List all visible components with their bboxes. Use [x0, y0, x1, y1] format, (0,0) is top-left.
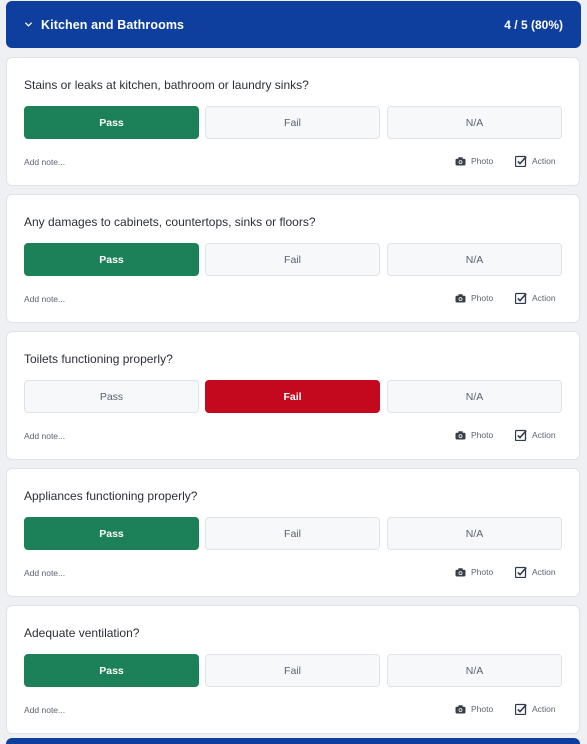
na-button[interactable]: N/A — [387, 243, 562, 276]
section-header[interactable]: Kitchen and Bathrooms 4 / 5 (80%) — [6, 1, 581, 48]
action-label: Action — [532, 704, 556, 714]
add-note-link[interactable]: Add note... — [24, 157, 65, 167]
fail-button[interactable]: Fail — [205, 517, 380, 550]
add-note-link[interactable]: Add note... — [24, 705, 65, 715]
question-text: Adequate ventilation? — [24, 626, 140, 640]
photo-label: Photo — [471, 704, 494, 714]
na-button[interactable]: N/A — [387, 517, 562, 550]
photo-label: Photo — [471, 293, 494, 303]
checkbox-icon — [515, 703, 527, 715]
next-section-header-edge — [6, 738, 580, 744]
photo-button[interactable]: Photo — [455, 565, 493, 579]
pass-button[interactable]: Pass — [24, 106, 199, 139]
na-button[interactable]: N/A — [387, 380, 562, 413]
pass-button[interactable]: Pass — [24, 654, 199, 687]
camera-icon — [455, 567, 466, 576]
camera-icon — [455, 704, 466, 713]
inspection-item: Toilets functioning properly? Pass Fail … — [6, 331, 580, 460]
question-text: Appliances functioning properly? — [24, 489, 198, 503]
section-score: 4 / 5 (80%) — [504, 17, 563, 32]
photo-label: Photo — [471, 430, 494, 440]
question-text: Stains or leaks at kitchen, bathroom or … — [24, 78, 309, 92]
fail-button[interactable]: Fail — [205, 380, 380, 413]
action-button[interactable]: Action — [515, 428, 556, 442]
inspection-item: Stains or leaks at kitchen, bathroom or … — [6, 57, 580, 186]
pass-button[interactable]: Pass — [24, 243, 199, 276]
photo-label: Photo — [471, 156, 494, 166]
checkbox-icon — [515, 429, 527, 441]
photo-label: Photo — [471, 567, 494, 577]
na-button[interactable]: N/A — [387, 106, 562, 139]
inspection-item: Appliances functioning properly? Pass Fa… — [6, 468, 580, 597]
action-label: Action — [532, 293, 556, 303]
action-label: Action — [532, 430, 556, 440]
add-note-link[interactable]: Add note... — [24, 568, 65, 578]
action-label: Action — [532, 567, 556, 577]
pass-button[interactable]: Pass — [24, 517, 199, 550]
action-button[interactable]: Action — [515, 565, 556, 579]
photo-button[interactable]: Photo — [455, 154, 493, 168]
action-button[interactable]: Action — [515, 702, 556, 716]
chevron-down-icon — [24, 22, 33, 27]
checkbox-icon — [515, 292, 527, 304]
checkbox-icon — [515, 566, 527, 578]
fail-button[interactable]: Fail — [205, 106, 380, 139]
inspection-item: Adequate ventilation? Pass Fail N/A Add … — [6, 605, 580, 734]
pass-button[interactable]: Pass — [24, 380, 199, 413]
inspection-item: Any damages to cabinets, countertops, si… — [6, 194, 580, 323]
photo-button[interactable]: Photo — [455, 291, 493, 305]
question-text: Any damages to cabinets, countertops, si… — [24, 215, 316, 229]
action-button[interactable]: Action — [515, 291, 556, 305]
camera-icon — [455, 293, 466, 302]
section-header-left: Kitchen and Bathrooms — [24, 18, 184, 32]
camera-icon — [455, 156, 466, 165]
add-note-link[interactable]: Add note... — [24, 431, 65, 441]
fail-button[interactable]: Fail — [205, 243, 380, 276]
photo-button[interactable]: Photo — [455, 702, 493, 716]
question-text: Toilets functioning properly? — [24, 352, 173, 366]
fail-button[interactable]: Fail — [205, 654, 380, 687]
photo-button[interactable]: Photo — [455, 428, 493, 442]
add-note-link[interactable]: Add note... — [24, 294, 65, 304]
section-title: Kitchen and Bathrooms — [41, 17, 185, 32]
camera-icon — [455, 430, 466, 439]
action-label: Action — [532, 156, 556, 166]
na-button[interactable]: N/A — [387, 654, 562, 687]
checkbox-icon — [515, 155, 527, 167]
action-button[interactable]: Action — [515, 154, 556, 168]
